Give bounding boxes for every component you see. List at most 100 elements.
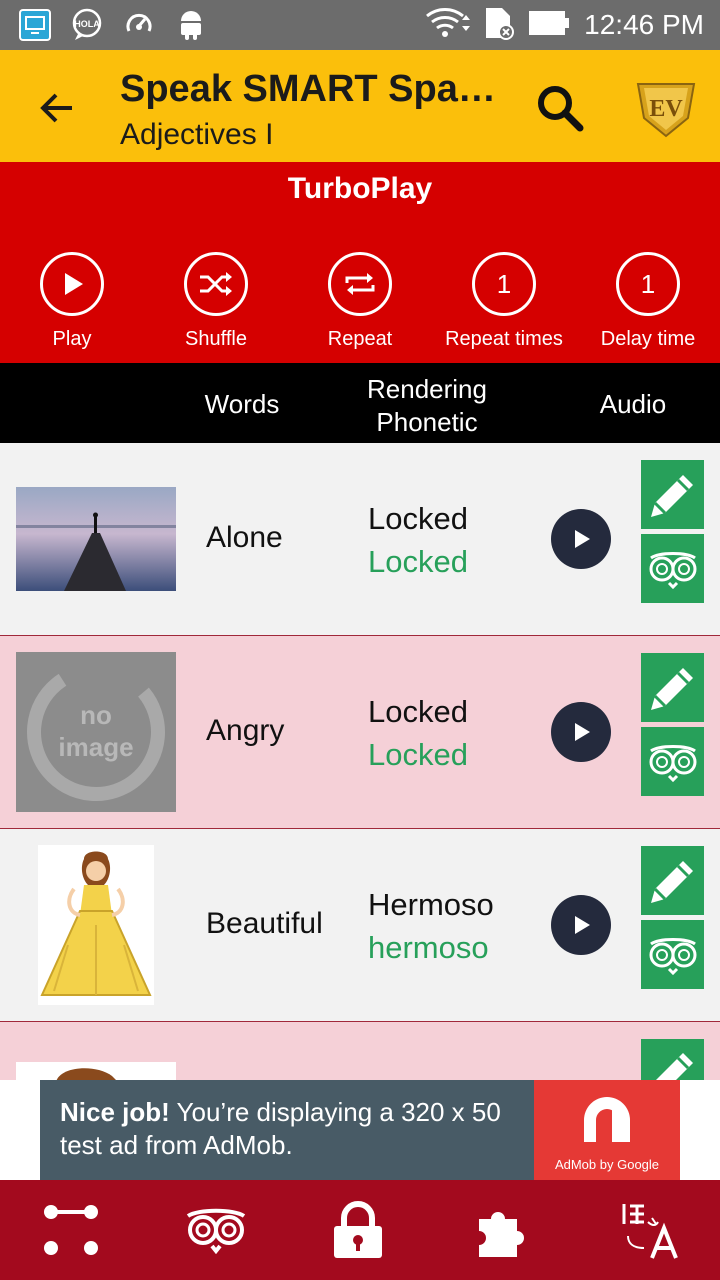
ad-banner-area: Nice job! You’re displaying a 320 x 50 t…: [0, 1080, 720, 1180]
play-audio-button[interactable]: [551, 895, 611, 955]
admob-logo-box: AdMob by Google: [534, 1080, 680, 1180]
rendering-phonetic-column-header: Rendering Phonetic: [367, 374, 487, 437]
repeat-times-control[interactable]: 1 Repeat times: [432, 252, 576, 351]
translation-text: Hermoso: [368, 887, 494, 922]
repeat-button[interactable]: [328, 252, 392, 316]
routes-icon: [44, 1205, 98, 1255]
play-label: Play: [52, 328, 92, 350]
repeat-control[interactable]: Repeat: [288, 252, 432, 351]
nav-owl[interactable]: [182, 1198, 250, 1262]
word-text: Alone: [206, 521, 283, 554]
svg-text:EV: EV: [649, 96, 683, 122]
phonetic-text: Locked: [368, 544, 468, 579]
owl-icon: [186, 1208, 246, 1254]
repeat-times-label: Repeat times: [445, 328, 563, 350]
play-icon: [575, 916, 590, 934]
list-item[interactable]: [0, 1022, 720, 1082]
android-icon: [174, 8, 208, 42]
edit-button[interactable]: [641, 653, 704, 722]
app-bar: Speak SMART Spanish Adjectives I EV: [0, 50, 720, 162]
shuffle-label: Shuffle: [185, 328, 247, 350]
wifi-icon: [424, 6, 471, 45]
owl-button[interactable]: [641, 920, 704, 989]
word-text: Beautiful: [206, 907, 323, 940]
lock-icon: [334, 1201, 382, 1258]
app-logo-badge[interactable]: EV: [634, 76, 698, 140]
play-icon: [575, 723, 590, 741]
delay-time-button[interactable]: 1: [616, 252, 680, 316]
repeat-label: Repeat: [327, 328, 393, 350]
clock: 12:46 PM: [584, 9, 704, 40]
list-item[interactable]: Beautiful Hermoso hermoso: [0, 829, 720, 1022]
search-button[interactable]: [530, 78, 590, 138]
ad-text: Nice job! You’re displaying a 320 x 50 t…: [60, 1096, 530, 1162]
edit-button[interactable]: [641, 460, 704, 529]
column-header: Words Rendering Phonetic Audio: [0, 363, 720, 443]
owl-button[interactable]: [641, 727, 704, 796]
phonetic-text: hermoso: [368, 930, 489, 965]
pencil-icon: [650, 860, 693, 903]
shuffle-button[interactable]: [184, 252, 248, 316]
edit-button[interactable]: [641, 846, 704, 915]
nav-routes[interactable]: [37, 1198, 105, 1262]
bottom-nav: [0, 1180, 720, 1280]
svg-text:image: image: [58, 732, 133, 762]
battery-icon: [528, 10, 570, 41]
admob-logo-icon: [584, 1097, 630, 1142]
word-image-partial: [16, 1062, 176, 1082]
play-audio-button[interactable]: [551, 509, 611, 569]
shuffle-control[interactable]: Shuffle: [144, 252, 288, 351]
audio-column-header: Audio: [599, 389, 667, 419]
delay-time-control[interactable]: 1 Delay time: [576, 252, 720, 351]
hola-chat-icon: HOLA: [70, 8, 104, 42]
play-icon: [575, 530, 590, 548]
no-image-placeholder: no image: [16, 652, 176, 812]
turbo-play-title: TurboPlay: [287, 172, 433, 205]
sync-speed-icon: [122, 8, 156, 42]
ad-bold-text: Nice job!: [60, 1097, 170, 1127]
translation-text: Locked: [368, 501, 468, 536]
word-text: Angry: [206, 714, 285, 747]
list-item[interactable]: no image Angry Locked Locked: [0, 636, 720, 829]
phonetic-text: Locked: [368, 737, 468, 772]
words-column-header: Words: [204, 389, 280, 419]
play-all-button[interactable]: [40, 252, 104, 316]
turbo-play-panel: TurboPlay Play Shuffle Repeat 1 Repeat t…: [0, 162, 720, 363]
nav-puzzle[interactable]: [469, 1198, 537, 1262]
delay-time-label: Delay time: [600, 328, 696, 350]
list-item[interactable]: Alone Locked Locked: [0, 443, 720, 636]
sd-card-icon: [484, 6, 515, 45]
pencil-icon: [655, 1053, 693, 1080]
svg-text:no: no: [80, 700, 112, 730]
nav-lock[interactable]: [324, 1198, 392, 1262]
puzzle-icon: [479, 1212, 524, 1257]
translation-text: Locked: [368, 694, 468, 729]
pencil-icon: [650, 667, 693, 710]
nav-translate[interactable]: [614, 1198, 682, 1262]
pencil-icon: [650, 474, 693, 517]
play-icon: [65, 273, 83, 295]
owl-button[interactable]: [641, 534, 704, 603]
page-subtitle: Adjectives I: [120, 118, 274, 151]
arrow-left-icon: [40, 93, 72, 123]
admob-caption: AdMob by Google: [554, 1157, 660, 1172]
word-image-princess: [38, 845, 154, 1005]
back-button[interactable]: [28, 80, 84, 136]
status-bar: HOLA 12:46 PM: [0, 0, 720, 50]
owl-icon: [649, 937, 696, 975]
repeat-times-button[interactable]: 1: [472, 252, 536, 316]
ad-banner[interactable]: Nice job! You’re displaying a 320 x 50 t…: [40, 1080, 680, 1180]
word-image-pier: [16, 487, 176, 591]
owl-icon: [649, 551, 696, 589]
screencast-icon: [18, 8, 52, 42]
translate-icon: [622, 1204, 678, 1259]
svg-text:HOLA: HOLA: [74, 19, 100, 29]
edit-button[interactable]: [641, 1039, 704, 1080]
owl-icon: [649, 744, 696, 782]
repeat-icon: [345, 273, 375, 295]
play-audio-button[interactable]: [551, 702, 611, 762]
search-icon: [538, 86, 584, 132]
page-title: Speak SMART Spanish: [120, 68, 510, 110]
shuffle-icon: [200, 272, 232, 296]
play-all-control[interactable]: Play: [0, 252, 144, 351]
